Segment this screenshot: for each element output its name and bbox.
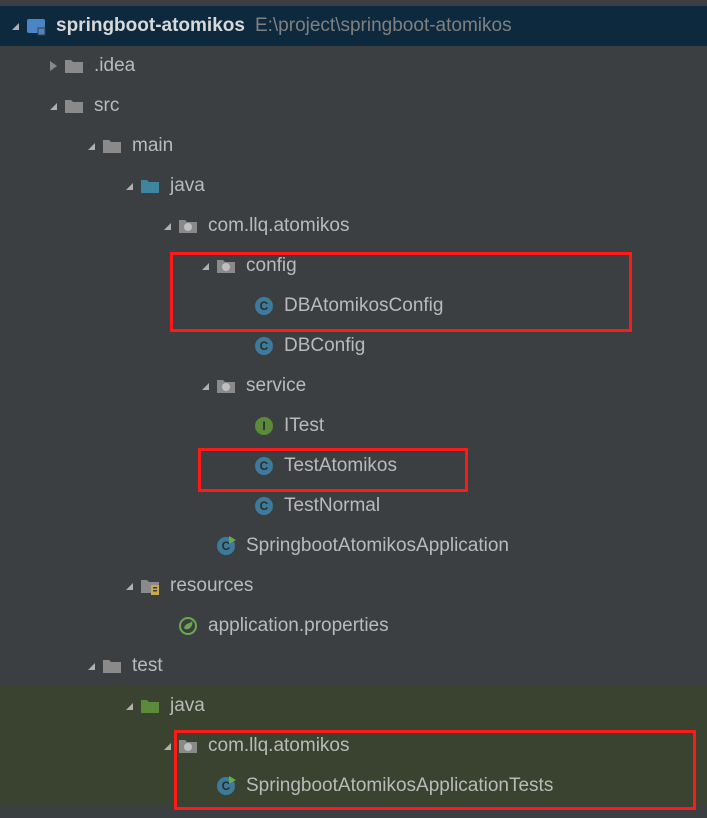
tree-row[interactable]: C DBConfig [0, 326, 707, 366]
expand-arrow-down-icon[interactable] [196, 380, 214, 392]
package-icon [176, 214, 200, 238]
tree-item-label: springboot-atomikos [56, 15, 245, 37]
tree-row[interactable]: .idea [0, 46, 707, 86]
package-icon [176, 734, 200, 758]
tree-row[interactable]: C TestAtomikos [0, 446, 707, 486]
tree-item-label: DBAtomikosConfig [284, 295, 443, 317]
tree-row[interactable]: C SpringbootAtomikosApplicationTests [0, 766, 707, 806]
tree-row[interactable]: C SpringbootAtomikosApplication [0, 526, 707, 566]
package-icon [214, 254, 238, 278]
tree-row[interactable]: com.llq.atomikos [0, 206, 707, 246]
tree-item-label: java [170, 695, 205, 717]
classrun-icon: C [214, 774, 238, 798]
classrun-icon: C [214, 534, 238, 558]
tree-row[interactable]: C DBAtomikosConfig [0, 286, 707, 326]
tree-item-label: DBConfig [284, 335, 365, 357]
tree-item-label: com.llq.atomikos [208, 215, 350, 237]
expand-arrow-down-icon[interactable] [82, 660, 100, 672]
tree-row[interactable]: C TestNormal [0, 486, 707, 526]
expand-arrow-down-icon[interactable] [158, 220, 176, 232]
srcfolder-icon [138, 174, 162, 198]
svg-text:C: C [260, 339, 269, 353]
folder-icon [100, 654, 124, 678]
tree-row[interactable]: I ITest [0, 406, 707, 446]
folder-icon [62, 54, 86, 78]
tree-item-label: ITest [284, 415, 324, 437]
expand-arrow-down-icon[interactable] [120, 700, 138, 712]
folder-icon [100, 134, 124, 158]
tree-item-path: E:\project\springboot-atomikos [255, 15, 512, 37]
package-icon [214, 374, 238, 398]
interface-icon: I [252, 414, 276, 438]
tree-item-label: config [246, 255, 297, 277]
tree-item-label: .idea [94, 55, 135, 77]
expand-arrow-down-icon[interactable] [120, 180, 138, 192]
svg-text:C: C [260, 459, 269, 473]
tree-row[interactable]: test [0, 646, 707, 686]
class-icon: C [252, 334, 276, 358]
tree-row[interactable]: java [0, 166, 707, 206]
svg-text:I: I [262, 419, 265, 433]
tree-row[interactable]: main [0, 126, 707, 166]
tree-row[interactable]: com.llq.atomikos [0, 726, 707, 766]
svg-text:C: C [260, 499, 269, 513]
expand-arrow-down-icon[interactable] [44, 100, 62, 112]
resfolder-icon [138, 574, 162, 598]
tree-row[interactable]: application.properties [0, 606, 707, 646]
class-icon: C [252, 454, 276, 478]
tree-item-label: TestAtomikos [284, 455, 397, 477]
tree-row[interactable]: config [0, 246, 707, 286]
module-icon [24, 14, 48, 38]
tree-row[interactable]: springboot-atomikos E:\project\springboot… [0, 6, 707, 46]
tree-item-label: service [246, 375, 306, 397]
tree-item-label: main [132, 135, 173, 157]
expand-arrow-down-icon[interactable] [6, 20, 24, 32]
tree-item-label: resources [170, 575, 253, 597]
expand-arrow-down-icon[interactable] [196, 260, 214, 272]
tree-row[interactable]: java [0, 686, 707, 726]
tree-item-label: SpringbootAtomikosApplication [246, 535, 509, 557]
expand-arrow-right-icon[interactable] [44, 60, 62, 72]
tree-row[interactable]: service [0, 366, 707, 406]
tree-row[interactable]: resources [0, 566, 707, 606]
expand-arrow-down-icon[interactable] [120, 580, 138, 592]
class-icon: C [252, 294, 276, 318]
expand-arrow-down-icon[interactable] [158, 740, 176, 752]
tree-item-label: java [170, 175, 205, 197]
class-icon: C [252, 494, 276, 518]
tree-row[interactable]: src [0, 86, 707, 126]
testfolder-icon [138, 694, 162, 718]
expand-arrow-down-icon[interactable] [82, 140, 100, 152]
tree-item-label: com.llq.atomikos [208, 735, 350, 757]
spring-icon [176, 614, 200, 638]
tree-item-label: application.properties [208, 615, 389, 637]
tree-item-label: src [94, 95, 119, 117]
folder-icon [62, 94, 86, 118]
tree-item-label: TestNormal [284, 495, 380, 517]
svg-text:C: C [260, 299, 269, 313]
tree-item-label: SpringbootAtomikosApplicationTests [246, 775, 553, 797]
tree-item-label: test [132, 655, 163, 677]
